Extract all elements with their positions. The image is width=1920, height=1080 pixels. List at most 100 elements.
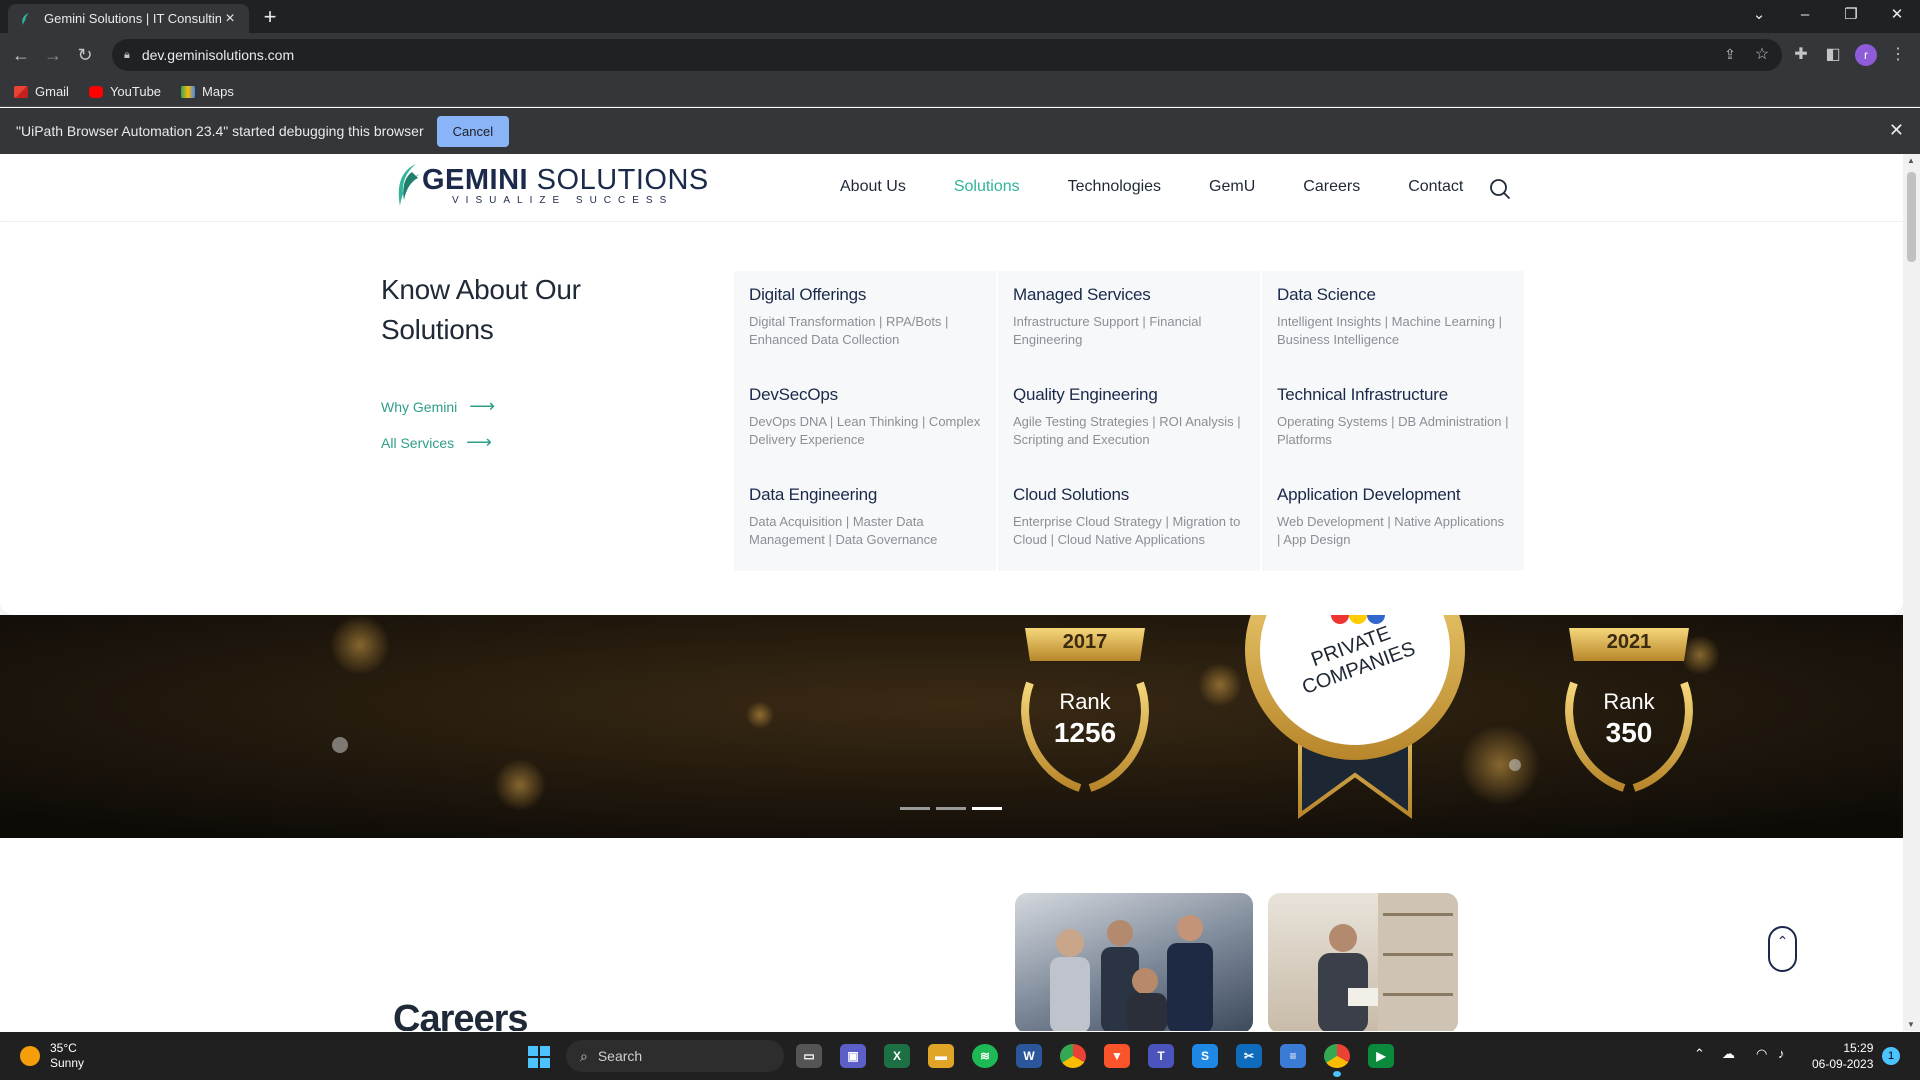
- spotify-icon[interactable]: ≋: [972, 1044, 998, 1068]
- profile-avatar[interactable]: r: [1855, 44, 1877, 66]
- private-companies-seal: PRIVATE COMPANIES: [1230, 615, 1480, 835]
- taskbar-search[interactable]: ⌕ Search: [566, 1040, 784, 1072]
- back-icon[interactable]: ←: [9, 43, 33, 67]
- site-header: GEMINI SOLUTIONS VISUALIZE SUCCESS About…: [0, 154, 1903, 222]
- reload-icon[interactable]: ↻: [73, 43, 97, 67]
- task-view-icon[interactable]: ▭: [796, 1044, 822, 1068]
- minimize-icon[interactable]: –: [1782, 0, 1828, 33]
- leaf-logo-icon: [398, 164, 420, 206]
- site-logo[interactable]: GEMINI SOLUTIONS VISUALIZE SUCCESS: [392, 162, 709, 208]
- teams-chat-icon[interactable]: ▣: [840, 1044, 866, 1068]
- skype-icon[interactable]: S: [1192, 1044, 1218, 1068]
- clock-date: 06-09-2023: [1812, 1057, 1874, 1071]
- excel-icon[interactable]: X: [884, 1044, 910, 1068]
- bookmark-star-icon[interactable]: ☆: [1751, 44, 1773, 66]
- cancel-debug-button[interactable]: Cancel: [436, 115, 510, 147]
- carousel-dots: [900, 807, 1002, 810]
- word-icon[interactable]: W: [1016, 1044, 1042, 1068]
- start-button-icon[interactable]: [528, 1046, 550, 1068]
- all-services-link[interactable]: All Services ⟶: [381, 432, 492, 453]
- scrollbar-thumb[interactable]: [1907, 172, 1916, 262]
- scroll-up-arrow-icon[interactable]: ▲: [1907, 156, 1915, 165]
- award-year: 2021: [1606, 631, 1652, 653]
- nav-solutions[interactable]: Solutions: [954, 178, 1020, 196]
- youtube-icon: [88, 85, 103, 98]
- notepad-icon[interactable]: ≡: [1280, 1044, 1306, 1068]
- award-rank-label: Rank: [1603, 689, 1655, 714]
- wifi-icon[interactable]: ◠: [1756, 1046, 1767, 1062]
- bookmarks-bar: Gmail YouTube Maps: [0, 77, 1920, 107]
- why-gemini-link[interactable]: Why Gemini ⟶: [381, 396, 495, 417]
- scroll-to-top-button[interactable]: ⌃: [1768, 926, 1797, 972]
- main-nav: About Us Solutions Technologies GemU Car…: [840, 178, 1463, 196]
- chrome-active-icon[interactable]: [1324, 1044, 1350, 1068]
- screen: Gemini Solutions | IT Consulting, × + ⌄ …: [0, 0, 1920, 1080]
- bookmark-gmail[interactable]: Gmail: [14, 84, 69, 99]
- solution-card-managed-services[interactable]: Managed Services Infrastructure Support …: [998, 271, 1260, 371]
- carousel-dot-1[interactable]: [900, 807, 930, 810]
- awards-banner: 2017 Rank 1256 PRIVATE COMPANIES 2021 Ra…: [0, 615, 1903, 838]
- nav-gemu[interactable]: GemU: [1209, 178, 1255, 196]
- system-clock[interactable]: 15:29 06-09-2023: [1812, 1040, 1873, 1072]
- notification-badge[interactable]: 1: [1882, 1047, 1900, 1065]
- windows-taskbar: 35°C Sunny ⌕ Search ▭ ▣ X ▬ ≋ W ▼ T S ✂ …: [0, 1032, 1920, 1080]
- weather-widget[interactable]: 35°C Sunny: [20, 1041, 84, 1071]
- nav-careers[interactable]: Careers: [1303, 178, 1360, 196]
- url-text: dev.geminisolutions.com: [141, 47, 295, 63]
- logo-brand-text: GEMINI SOLUTIONS: [422, 163, 709, 196]
- solution-card-data-science[interactable]: Data Science Intelligent Insights | Mach…: [1262, 271, 1524, 371]
- bookmark-youtube[interactable]: YouTube: [88, 84, 161, 99]
- careers-reading-photo: [1268, 893, 1458, 1031]
- solution-card-devsecops[interactable]: DevSecOps DevOps DNA | Lean Thinking | C…: [734, 371, 996, 471]
- careers-section: Careers ⌃: [0, 838, 1903, 1031]
- new-tab-icon[interactable]: +: [260, 4, 280, 30]
- nav-technologies[interactable]: Technologies: [1068, 178, 1161, 196]
- weather-condition: Sunny: [50, 1056, 85, 1070]
- file-explorer-icon[interactable]: ▬: [928, 1044, 954, 1068]
- solution-card-cloud-solutions[interactable]: Cloud Solutions Enterprise Cloud Strateg…: [998, 471, 1260, 571]
- chrome-icon[interactable]: [1060, 1044, 1086, 1068]
- carousel-dot-3[interactable]: [972, 807, 1002, 810]
- solution-card-technical-infrastructure[interactable]: Technical Infrastructure Operating Syste…: [1262, 371, 1524, 471]
- volume-icon[interactable]: ♪: [1778, 1046, 1785, 1061]
- carousel-dot-2[interactable]: [936, 807, 966, 810]
- debugging-infobar: "UiPath Browser Automation 23.4" started…: [0, 108, 1920, 154]
- scroll-down-arrow-icon[interactable]: ▼: [1907, 1020, 1915, 1029]
- onedrive-icon[interactable]: ☁: [1722, 1046, 1735, 1062]
- show-hidden-icons-icon[interactable]: ⌃: [1694, 1046, 1705, 1062]
- close-infobar-icon[interactable]: ✕: [1889, 120, 1904, 141]
- solutions-mega-menu: Know About Our Solutions Why Gemini ⟶ Al…: [0, 222, 1903, 615]
- weather-temperature: 35°C: [50, 1041, 77, 1055]
- nav-contact[interactable]: Contact: [1408, 178, 1463, 196]
- search-icon[interactable]: [1489, 178, 1511, 200]
- extensions-icon[interactable]: ✚: [1790, 44, 1812, 66]
- tab-title: Gemini Solutions | IT Consulting,: [44, 11, 221, 26]
- solution-card-digital-offerings[interactable]: Digital Offerings Digital Transformation…: [734, 271, 996, 371]
- search-icon: ⌕: [580, 1047, 588, 1064]
- reading-photo-illustration: [1318, 893, 1458, 1031]
- side-panel-icon[interactable]: ◧: [1822, 44, 1844, 66]
- award-rank-label: Rank: [1059, 689, 1111, 714]
- menu-kebab-icon[interactable]: ⋮: [1887, 44, 1909, 66]
- award-year: 2017: [1062, 631, 1108, 653]
- restore-icon[interactable]: ❐: [1828, 0, 1874, 33]
- page-scrollbar[interactable]: ▲ ▼: [1903, 154, 1920, 1031]
- solution-card-data-engineering[interactable]: Data Engineering Data Acquisition | Mast…: [734, 471, 996, 571]
- close-window-icon[interactable]: ✕: [1874, 0, 1920, 33]
- solution-card-quality-engineering[interactable]: Quality Engineering Agile Testing Strate…: [998, 371, 1260, 471]
- browser-tab[interactable]: Gemini Solutions | IT Consulting, ×: [8, 4, 249, 33]
- share-icon[interactable]: ⇪: [1719, 43, 1741, 65]
- bookmark-maps[interactable]: Maps: [181, 84, 234, 99]
- forward-icon[interactable]: →: [41, 43, 65, 67]
- close-tab-icon[interactable]: ×: [221, 10, 239, 28]
- brave-icon[interactable]: ▼: [1104, 1044, 1130, 1068]
- tab-search-icon[interactable]: ⌄: [1736, 0, 1782, 33]
- teams-icon[interactable]: T: [1148, 1044, 1174, 1068]
- solutions-grid: Digital Offerings Digital Transformation…: [734, 271, 1524, 571]
- browser-toolbar: ← → ↻ 🔒︎ dev.geminisolutions.com ⇪ ☆ ✚ ◧…: [0, 33, 1920, 77]
- media-player-icon[interactable]: ▶: [1368, 1044, 1394, 1068]
- solution-card-application-development[interactable]: Application Development Web Development …: [1262, 471, 1524, 571]
- address-bar[interactable]: 🔒︎ dev.geminisolutions.com: [112, 39, 1782, 71]
- nav-about-us[interactable]: About Us: [840, 178, 906, 196]
- snipping-tool-icon[interactable]: ✂: [1236, 1044, 1262, 1068]
